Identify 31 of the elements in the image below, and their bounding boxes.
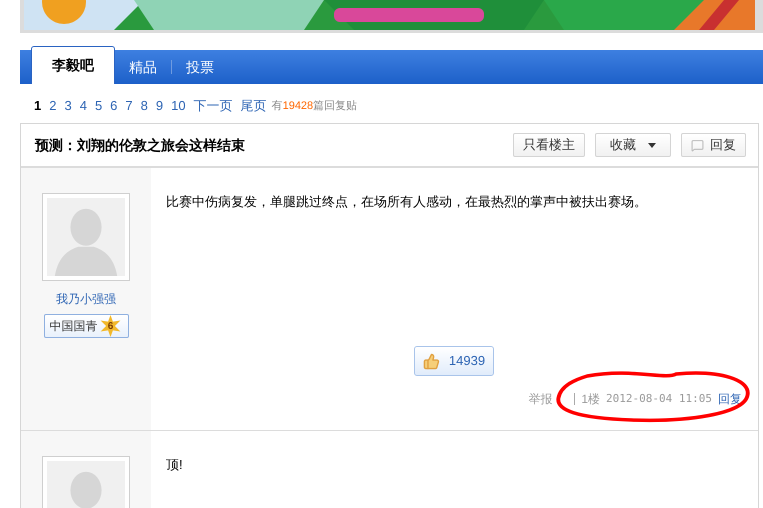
page-link[interactable]: 8 bbox=[140, 96, 148, 116]
page-link[interactable]: 7 bbox=[125, 96, 133, 116]
page-link[interactable]: 10 bbox=[171, 96, 186, 116]
badge-label: 中国国青 bbox=[50, 318, 98, 335]
tab[interactable]: 精品 bbox=[115, 50, 171, 84]
tab[interactable]: 李毅吧 bbox=[31, 46, 115, 84]
username-link[interactable]: 我乃小强强 bbox=[56, 290, 116, 308]
like-button[interactable]: 14939 bbox=[414, 346, 494, 376]
tab[interactable]: 投票 bbox=[172, 50, 228, 84]
post-content: 顶! bbox=[166, 456, 184, 474]
thumbs-up-icon bbox=[422, 352, 440, 370]
floor-number: 1楼 bbox=[581, 391, 600, 408]
page-link[interactable]: 6 bbox=[110, 96, 118, 116]
page-link[interactable]: 1 bbox=[34, 96, 42, 116]
favorite-dropdown-button[interactable]: 收藏 bbox=[595, 133, 671, 157]
page-link[interactable]: 9 bbox=[156, 96, 164, 116]
post-content: 比赛中伤病复发，单腿跳过终点，在场所有人感动，在最热烈的掌声中被扶出赛场。 bbox=[166, 193, 648, 211]
reply-link[interactable]: 回复 bbox=[718, 390, 742, 408]
reply-button[interactable]: 回复 bbox=[681, 133, 746, 157]
reply-count: 有19428篇回复贴 bbox=[272, 98, 358, 114]
page-link[interactable]: 2 bbox=[49, 96, 56, 116]
thread-title: 预测：刘翔的伦敦之旅会这样结束 bbox=[35, 136, 245, 154]
next-page-link[interactable]: 下一页 bbox=[194, 96, 233, 116]
page-link[interactable]: 5 bbox=[94, 96, 102, 116]
page-link[interactable]: 3 bbox=[64, 96, 72, 116]
last-page-link[interactable]: 尾页 bbox=[240, 96, 267, 116]
author-only-button[interactable]: 只看楼主 bbox=[513, 133, 585, 157]
page-link[interactable]: 4 bbox=[80, 96, 87, 116]
post-time: 2012-08-04 11:05 bbox=[606, 391, 712, 407]
speech-bubble-icon bbox=[691, 138, 704, 152]
caret-icon bbox=[648, 142, 656, 148]
